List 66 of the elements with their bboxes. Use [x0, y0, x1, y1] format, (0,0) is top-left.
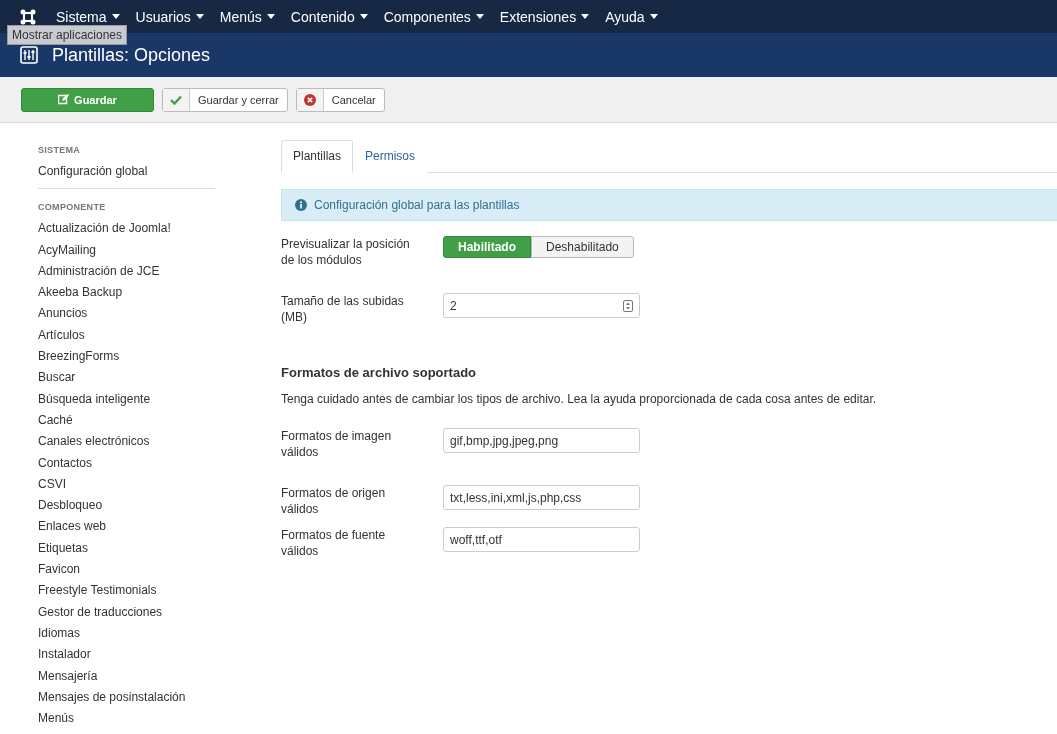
sidebar-link[interactable]: Anuncios — [38, 306, 88, 321]
sidebar-link[interactable]: Idiomas — [38, 625, 81, 640]
caret-icon — [111, 14, 120, 19]
input-field[interactable]: gif,bmp,jpg,jpeg,png — [443, 428, 640, 453]
sidebar-link[interactable]: Caché — [38, 412, 73, 427]
field-label: Formatos de fuente válidos — [281, 527, 387, 560]
sidebar-link[interactable]: Configuración global — [38, 164, 148, 178]
menu-item[interactable]: Ayuda — [605, 8, 658, 25]
sidebar-link[interactable]: Actualización de Joomla! — [38, 221, 171, 236]
save-close-button[interactable]: Guardar y cerrar — [162, 87, 288, 112]
cancel-button[interactable]: Cancelar — [295, 87, 385, 112]
section-heading: COMPONENTE — [38, 202, 107, 213]
sidebar-link[interactable]: Mensajes de posinstalación — [38, 689, 186, 704]
sidebar-link[interactable]: Búsqueda inteligente — [38, 391, 151, 406]
caret-icon — [359, 14, 368, 19]
tooltip: Mostrar aplicaciones — [7, 25, 128, 45]
caret-icon — [195, 14, 204, 19]
sidebar-link[interactable]: Freestyle Testimonials — [38, 583, 157, 598]
caret-icon — [649, 14, 658, 19]
section-heading: SISTEMA — [38, 145, 82, 155]
caret-icon — [475, 14, 484, 19]
sidebar-link[interactable]: Enlaces web — [38, 519, 107, 534]
sidebar-link[interactable]: Instalador — [38, 647, 91, 662]
page-title: Plantillas: Opciones — [52, 44, 211, 66]
sidebar-link[interactable]: Gestor de traducciones — [38, 604, 163, 619]
sidebar-link[interactable]: BreezingForms — [38, 349, 120, 364]
menu-item[interactable]: Usuarios — [135, 8, 204, 25]
sidebar-link[interactable]: Canales electrónicos — [38, 434, 150, 449]
sidebar-link[interactable]: AcyMailing — [38, 242, 97, 257]
menu-item[interactable]: Contenido — [290, 8, 368, 25]
warning-text: Tenga cuidado antes de cambiar los tipos de archivo. Lea la ayuda proporcionada de cada cosa antes de editar. — [281, 392, 878, 406]
input-field[interactable]: txt,less,ini,xml,js,php,css — [443, 485, 640, 510]
check-icon — [170, 94, 182, 105]
info-icon — [295, 199, 307, 211]
sidebar-link[interactable]: Artículos — [38, 327, 85, 342]
sidebar-link[interactable]: CSVI — [38, 476, 66, 491]
menu-item[interactable]: Sistema — [56, 8, 120, 25]
spinner-icon[interactable] — [623, 299, 633, 312]
joomla-logo-icon[interactable] — [20, 8, 36, 25]
number-field[interactable]: 2 — [443, 293, 640, 318]
menu-item[interactable]: Extensiones — [499, 8, 590, 25]
section-heading: Formatos de archivo soportado — [281, 365, 478, 380]
sidebar-link[interactable]: Etiquetas — [38, 540, 89, 555]
tab[interactable]: Plantillas — [281, 140, 354, 173]
field-label: Formatos de imagen válidos — [281, 428, 393, 461]
sidebar-link[interactable]: Akeeba Backup — [38, 285, 123, 300]
menu-item[interactable]: Componentes — [383, 8, 484, 25]
menu-item[interactable]: Menús — [219, 8, 275, 25]
caret-icon — [581, 14, 590, 19]
field-label: Formatos de origen válidos — [281, 485, 387, 518]
toggle-option[interactable]: Deshabilitado — [531, 236, 634, 258]
sidebar-link[interactable]: Menús — [38, 711, 75, 726]
caret-icon — [266, 14, 275, 19]
sidebar-link[interactable]: Favicon — [38, 562, 81, 577]
sidebar-link[interactable]: Desbloqueo — [38, 498, 103, 513]
input-field[interactable]: woff,ttf,otf — [443, 527, 640, 552]
cancel-icon — [303, 93, 316, 106]
sidebar-link[interactable]: Administración de JCE — [38, 263, 160, 278]
field-label: Previsualizar la posición de los módulos — [281, 236, 411, 269]
sidebar-link[interactable]: Buscar — [38, 370, 76, 385]
sidebar-link[interactable]: Mensajería — [38, 668, 98, 683]
edit-icon — [58, 94, 70, 105]
field-label: Tamaño de las subidas (MB) — [281, 293, 405, 325]
sidebar-link[interactable]: Contactos — [38, 455, 93, 470]
sliders-icon — [20, 46, 38, 64]
info-text: Configuración global para las plantillas — [314, 198, 520, 212]
